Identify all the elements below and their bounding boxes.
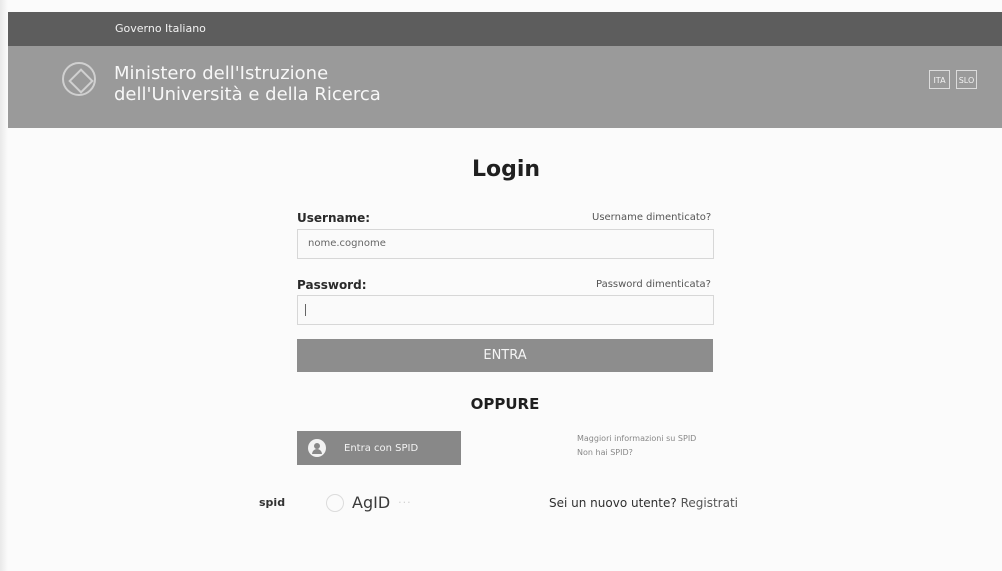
scan-edge (0, 0, 8, 571)
spid-more-info-link[interactable]: Maggiori informazioni su SPID (577, 432, 737, 446)
login-title: Login (471, 157, 541, 182)
new-user-prompt: Sei un nuovo utente? Registrati (549, 496, 738, 510)
username-field[interactable]: nome.cognome (297, 229, 714, 259)
agid-logo: AgID ··· (326, 493, 412, 512)
spid-info: Maggiori informazioni su SPID Non hai SP… (577, 432, 737, 460)
new-user-text: Sei un nuovo utente? (549, 496, 677, 510)
agid-label: AgID (352, 493, 391, 512)
forgot-username-link[interactable]: Username dimenticato? (592, 212, 711, 223)
italian-republic-emblem-icon (62, 62, 96, 96)
text-cursor (305, 304, 306, 316)
ministry-name-line-2: dell'Università e della Ricerca (114, 84, 381, 105)
or-divider-text: OPPURE (470, 395, 540, 413)
ministry-header: Ministero dell'Istruzione dell'Universit… (8, 46, 1002, 128)
spid-login-button[interactable]: Entra con SPID (297, 431, 461, 465)
government-label[interactable]: Governo Italiano (115, 22, 206, 35)
language-slo-button[interactable]: SLO (956, 70, 977, 89)
password-field[interactable] (297, 295, 714, 325)
password-label: Password: (297, 278, 367, 292)
user-circle-icon (308, 439, 326, 457)
spid-logo: spid (259, 496, 286, 509)
register-link[interactable]: Registrati (681, 496, 738, 510)
no-spid-link[interactable]: Non hai SPID? (577, 446, 737, 460)
language-switcher: ITA SLO (929, 70, 977, 89)
agid-mark-icon (326, 493, 344, 512)
forgot-password-link[interactable]: Password dimenticata? (596, 279, 711, 290)
username-placeholder: nome.cognome (308, 238, 386, 249)
spid-button-label: Entra con SPID (344, 442, 419, 454)
agid-faded-text: ··· (398, 496, 412, 509)
enter-button[interactable]: ENTRA (297, 339, 713, 372)
ministry-name-line-1: Ministero dell'Istruzione (114, 63, 329, 84)
language-ita-button[interactable]: ITA (929, 70, 950, 89)
username-label: Username: (297, 211, 371, 225)
government-top-bar: Governo Italiano (8, 12, 1002, 46)
